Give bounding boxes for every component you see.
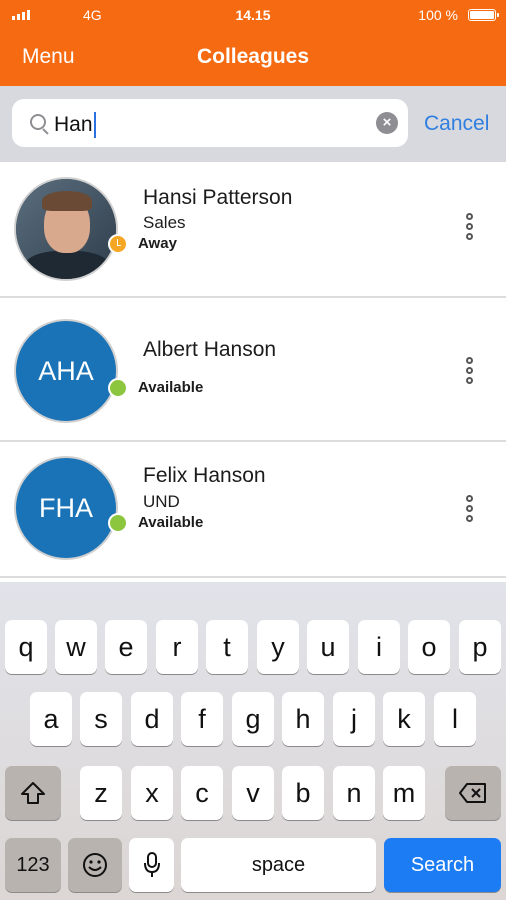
contact-presence: Available — [138, 514, 204, 531]
key-g[interactable]: g — [232, 692, 274, 746]
search-key[interactable]: Search — [384, 838, 501, 892]
contact-row[interactable]: FHA Felix Hanson UND Available — [0, 442, 506, 576]
key-x[interactable]: x — [131, 766, 173, 820]
key-n[interactable]: n — [333, 766, 375, 820]
key-q[interactable]: q — [5, 620, 47, 674]
search-bar: Han × Cancel — [0, 86, 506, 162]
key-l[interactable]: l — [434, 692, 476, 746]
page-title: Colleagues — [196, 45, 310, 68]
battery-icon — [468, 9, 499, 21]
contact-presence: Away — [138, 235, 177, 252]
text-cursor — [93, 112, 96, 138]
backspace-icon — [459, 783, 486, 803]
contact-name: Hansi Patterson — [143, 186, 293, 209]
key-y[interactable]: y — [257, 620, 299, 674]
emoji-icon — [83, 853, 107, 877]
key-e[interactable]: e — [105, 620, 147, 674]
emoji-key[interactable] — [68, 838, 122, 892]
contact-list: Hansi Patterson Sales Away AHA Albert Ha… — [0, 162, 506, 582]
away-status-icon — [108, 234, 128, 254]
key-s[interactable]: s — [80, 692, 122, 746]
search-icon — [30, 114, 46, 130]
key-f[interactable]: f — [181, 692, 223, 746]
numbers-key[interactable]: 123 — [5, 838, 61, 892]
key-o[interactable]: o — [408, 620, 450, 674]
available-status-icon — [108, 378, 128, 398]
contact-row[interactable]: AHA Albert Hanson Available — [0, 298, 506, 440]
shift-key[interactable] — [5, 766, 61, 820]
key-j[interactable]: j — [333, 692, 375, 746]
available-status-icon — [108, 513, 128, 533]
key-z[interactable]: z — [80, 766, 122, 820]
key-m[interactable]: m — [383, 766, 425, 820]
clear-search-icon[interactable]: × — [376, 112, 398, 134]
more-options-icon[interactable] — [466, 210, 478, 243]
key-i[interactable]: i — [358, 620, 400, 674]
contact-department: UND — [143, 492, 180, 511]
search-input[interactable]: Han × — [12, 99, 408, 147]
shift-icon — [21, 782, 45, 804]
contact-name: Felix Hanson — [143, 464, 266, 487]
more-options-icon[interactable] — [466, 492, 478, 525]
divider — [0, 576, 506, 578]
key-c[interactable]: c — [181, 766, 223, 820]
avatar: FHA — [14, 456, 118, 560]
status-bar: 4G 14.15 100 % — [0, 0, 506, 30]
key-v[interactable]: v — [232, 766, 274, 820]
key-d[interactable]: d — [131, 692, 173, 746]
key-a[interactable]: a — [30, 692, 72, 746]
search-value: Han — [54, 113, 93, 136]
contact-name: Albert Hanson — [143, 338, 277, 361]
avatar: AHA — [14, 319, 118, 423]
delete-key[interactable] — [445, 766, 501, 820]
more-options-icon[interactable] — [466, 354, 478, 387]
dictation-key[interactable] — [129, 838, 174, 892]
key-h[interactable]: h — [282, 692, 324, 746]
key-t[interactable]: t — [206, 620, 248, 674]
keyboard: q w e r t y u i o p a s d f g h j k l z … — [0, 582, 506, 900]
key-w[interactable]: w — [55, 620, 97, 674]
key-k[interactable]: k — [383, 692, 425, 746]
contact-department: Sales — [143, 213, 186, 232]
app-header: 4G 14.15 100 % Colleagues Menu — [0, 0, 506, 86]
contact-presence: Available — [138, 379, 204, 396]
space-key[interactable]: space — [181, 838, 376, 892]
key-u[interactable]: u — [307, 620, 349, 674]
cancel-button[interactable]: Cancel — [424, 112, 489, 136]
menu-button[interactable]: Menu — [22, 45, 75, 69]
key-b[interactable]: b — [282, 766, 324, 820]
avatar — [14, 177, 118, 281]
battery-percentage: 100 % — [418, 7, 458, 23]
key-r[interactable]: r — [156, 620, 198, 674]
microphone-icon — [143, 852, 160, 877]
contact-row[interactable]: Hansi Patterson Sales Away — [0, 162, 506, 296]
key-p[interactable]: p — [459, 620, 501, 674]
